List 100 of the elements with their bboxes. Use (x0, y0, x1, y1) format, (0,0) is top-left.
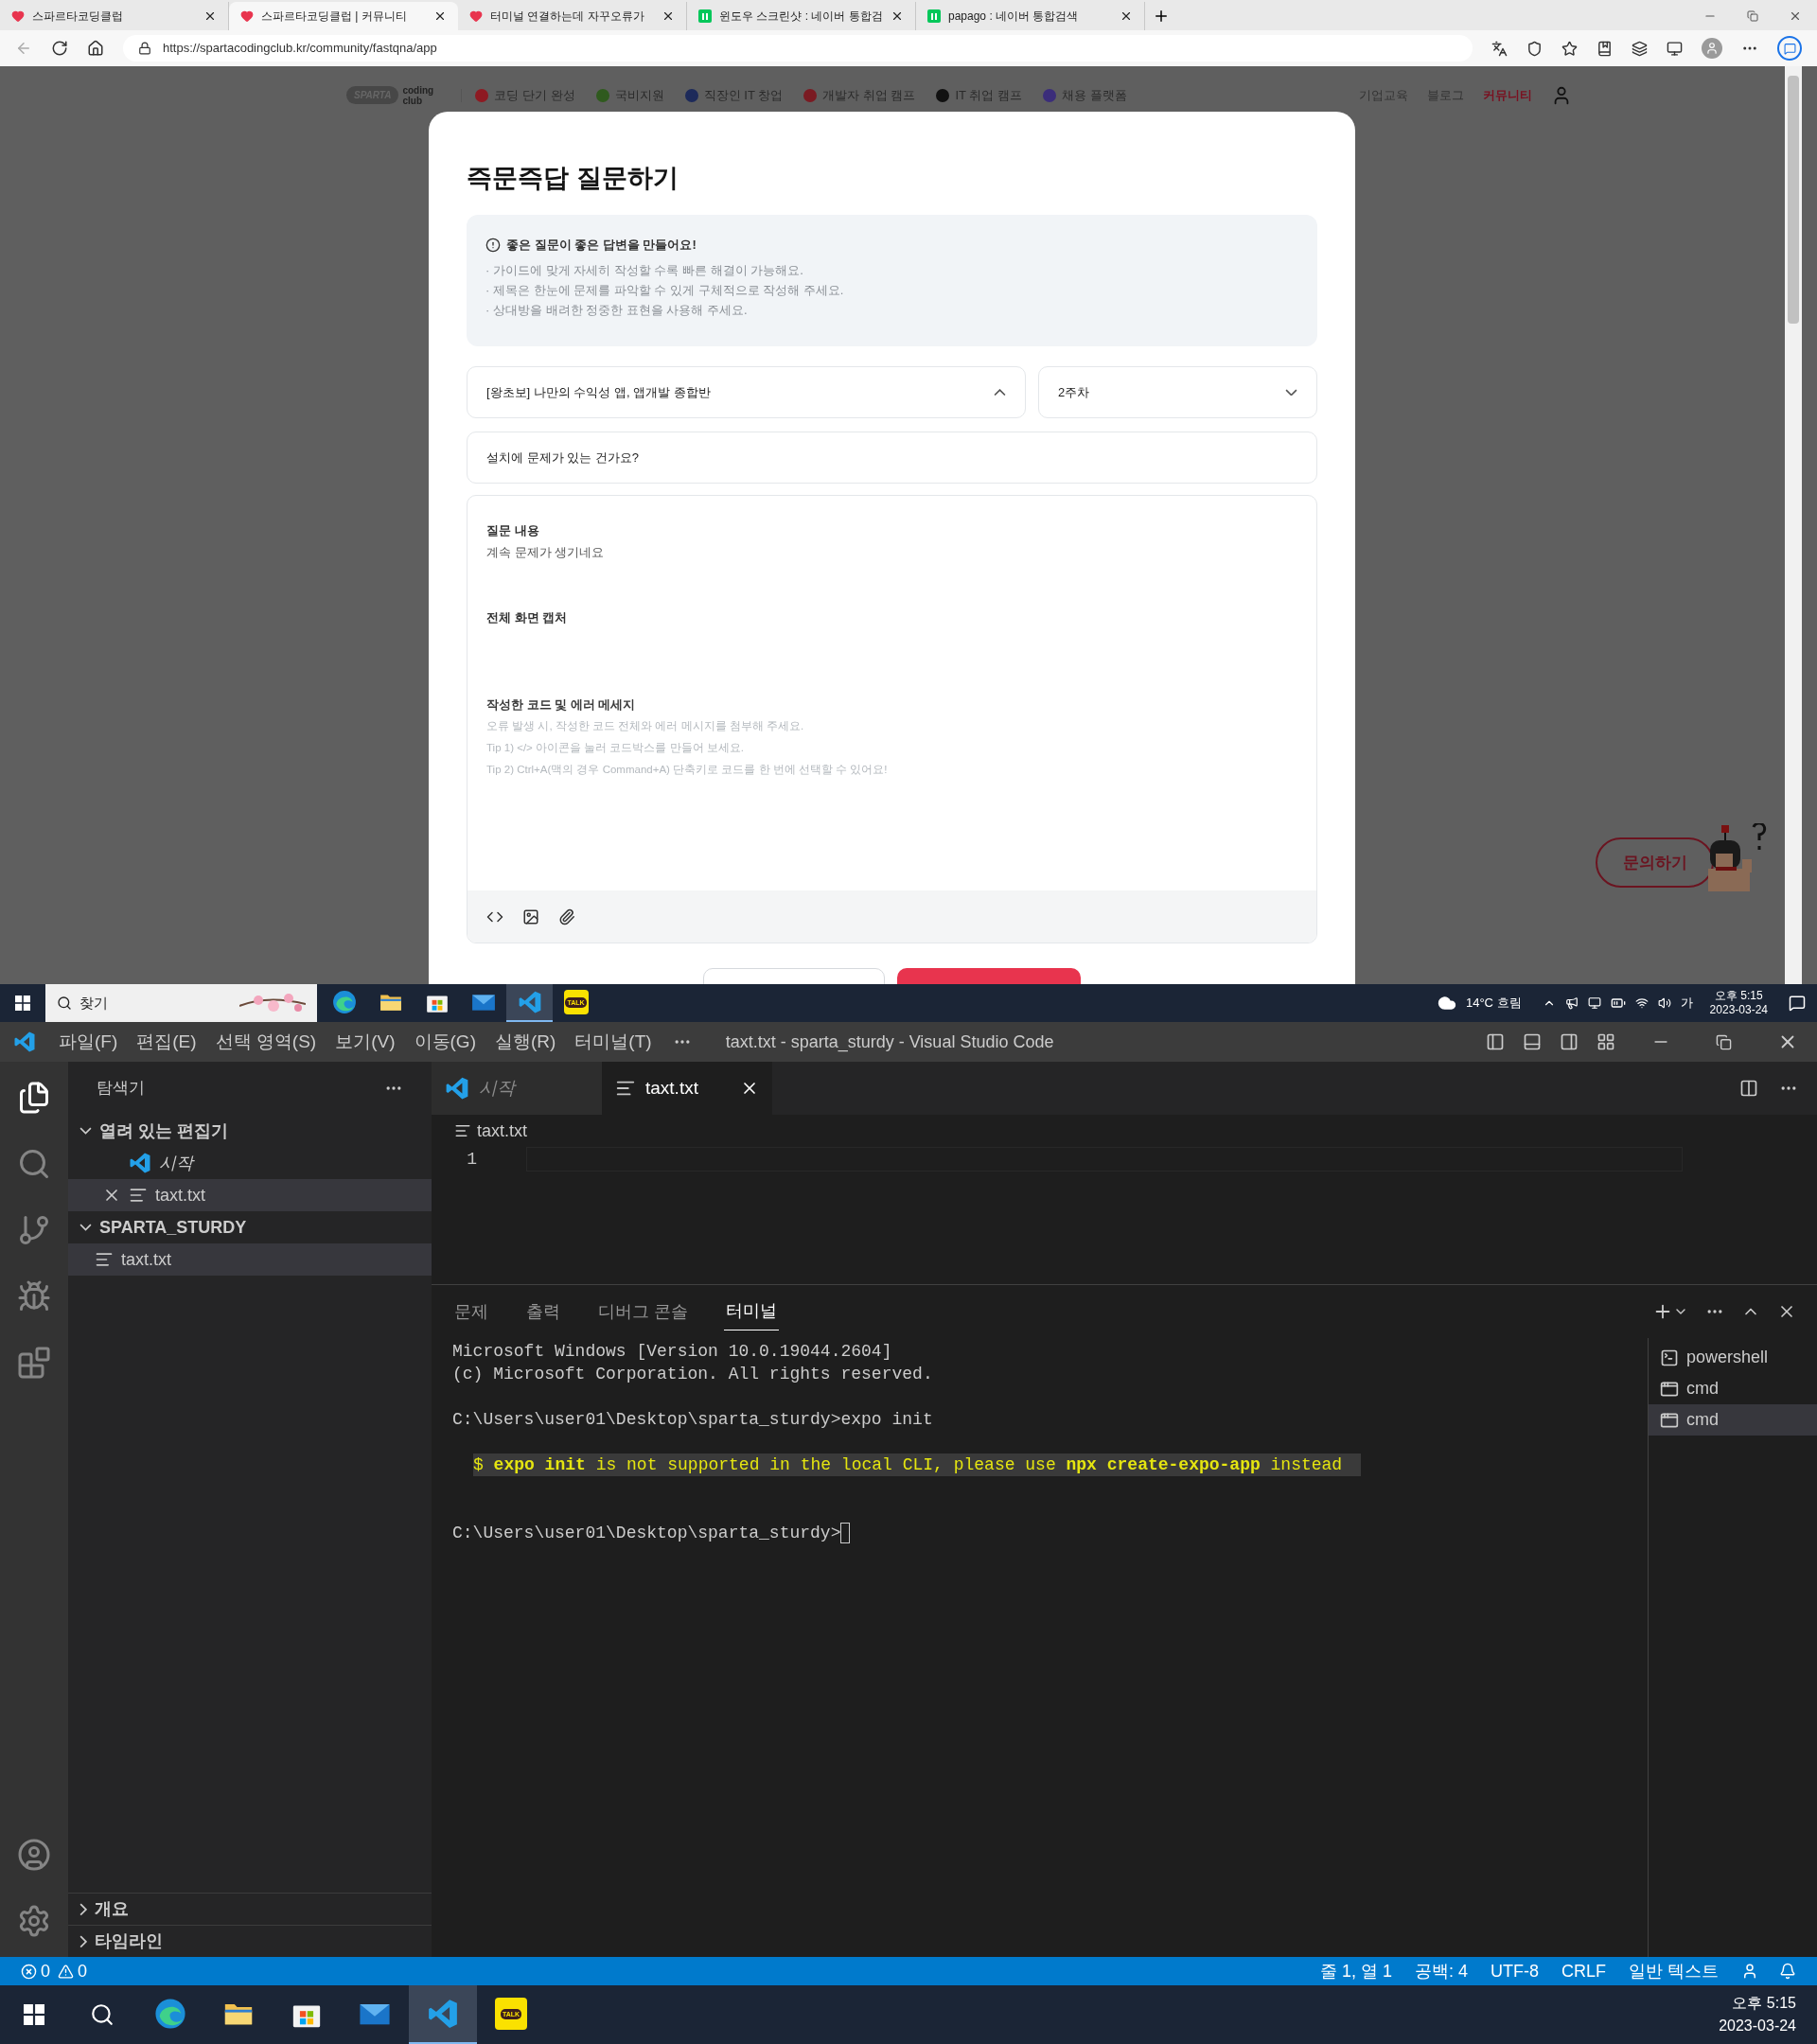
code-logo-icon (427, 1998, 459, 2030)
windows-logo-icon[interactable] (24, 2004, 44, 2025)
paperclip-icon[interactable] (558, 907, 575, 925)
branch-icon[interactable] (17, 1213, 51, 1247)
hint-text: 오류 발생 시, 작성한 코드 전체와 에러 메시지를 첨부해 주세요. (486, 719, 805, 733)
search-icon[interactable] (90, 2002, 115, 2027)
terminal-list-item[interactable]: powershell (1649, 1342, 1817, 1373)
question-editor[interactable]: 질문 내용 계속 문제가 생기네요 전체 화면 캡처 작성한 코드 및 에러 메세지 오류 발생 시, 작성한 코드 전체와 에러 메시지를 첨부해 주세요. Tip 1) </> 아이콘을 눌러 코드박스를 만들어 보세요. Tip 2) Ctrl+A(맥의 경우 Command+A) 단축키로 코드를 한 번에 선택할 수 있어요! (467, 495, 1317, 943)
cursor (840, 1523, 851, 1543)
close-icon[interactable] (891, 9, 904, 23)
input-method-text[interactable]: 가 (1680, 994, 1693, 1013)
speaker-icon[interactable] (1657, 996, 1671, 1010)
status-item[interactable]: 일반 텍스트 (1629, 1958, 1719, 1984)
cloud-icon (1437, 994, 1456, 1013)
browser-icon (154, 1998, 186, 2030)
run-debug-icon[interactable] (17, 1279, 51, 1313)
wifi-icon[interactable] (1634, 996, 1649, 1010)
file-item[interactable]: taxt.txt (68, 1243, 432, 1276)
display-icon[interactable] (1587, 996, 1601, 1010)
settings-icon[interactable] (17, 1904, 51, 1938)
restore-icon[interactable] (1716, 1033, 1732, 1050)
secondary-sidebar-icon[interactable] (1560, 1032, 1579, 1051)
terminal-icon (1660, 1348, 1679, 1367)
title-input[interactable]: 설치에 문제가 있는 건가요? (467, 432, 1317, 484)
breadcrumb[interactable]: taxt.txt (477, 1118, 527, 1144)
menu-item[interactable]: 파일(F) (49, 1028, 128, 1056)
close-icon[interactable] (203, 9, 217, 23)
section-header[interactable]: 개요 (68, 1893, 432, 1925)
clock-time[interactable]: 오후 5:15 (1714, 989, 1763, 1003)
n-logo-icon (698, 9, 712, 23)
profile-avatar[interactable] (1702, 38, 1722, 59)
collections-icon[interactable] (1632, 40, 1648, 57)
status-item[interactable]: 공백: 4 (1414, 1958, 1468, 1984)
split-editor-icon[interactable] (1739, 1079, 1758, 1098)
menu-item[interactable]: 터미널(T) (565, 1028, 662, 1056)
clock-date[interactable]: 2023-03-24 (1719, 2015, 1796, 2037)
menu-item[interactable]: 편집(E) (127, 1028, 206, 1056)
notice-text: · 상대방을 배려한 정중한 표현을 사용해 주세요. (485, 301, 749, 319)
terminal-list-item[interactable]: cmd (1649, 1373, 1817, 1404)
file-item[interactable]: taxt.txt (68, 1179, 432, 1211)
extensions-icon[interactable] (17, 1346, 51, 1380)
status-item[interactable]: UTF-8 (1490, 1958, 1539, 1984)
restore-icon[interactable] (1747, 10, 1758, 22)
status-item[interactable]: CRLF (1561, 1958, 1606, 1984)
bell-icon[interactable] (1779, 1963, 1796, 1980)
new-tab-icon[interactable] (1153, 8, 1170, 25)
search-field[interactable]: 찾기 (45, 984, 317, 1022)
windows-logo-icon[interactable] (15, 996, 30, 1011)
home-icon[interactable] (87, 40, 104, 57)
tracking-icon[interactable] (1526, 40, 1543, 57)
address-bar[interactable]: https://spartacodingclub.kr/community/fastqna/app (123, 35, 1473, 62)
panel-tab[interactable]: 터미널 (724, 1293, 779, 1330)
editor-tab[interactable]: 시작 (432, 1062, 602, 1115)
section-header[interactable]: SPARTA_STURDY (68, 1211, 432, 1243)
window-title: taxt.txt - sparta_sturdy - Visual Studio Code (725, 1031, 1054, 1054)
files-icon[interactable] (17, 1081, 51, 1115)
weather-text[interactable]: 14°C 흐림 (1465, 994, 1522, 1013)
copilot-logo-icon[interactable] (1777, 36, 1802, 61)
notification-icon[interactable] (1789, 995, 1806, 1012)
favorites-icon[interactable] (1596, 40, 1613, 57)
clock-date[interactable]: 2023-03-24 (1709, 1003, 1768, 1017)
panel-tab[interactable]: 디버그 콘솔 (596, 1293, 690, 1330)
battery-icon[interactable] (1610, 996, 1626, 1011)
chevron-down-icon[interactable] (1285, 388, 1297, 396)
browser-tab[interactable]: 터미널 연결하는데 자꾸오류가 (458, 2, 687, 30)
menu-item[interactable]: 보기(V) (326, 1028, 405, 1056)
close-icon[interactable] (1120, 9, 1133, 23)
menu-item[interactable]: 이동(G) (404, 1028, 485, 1056)
panel-tab[interactable]: 문제 (452, 1293, 490, 1330)
account-icon[interactable] (17, 1838, 51, 1872)
week-dropdown[interactable]: 2주차 (1038, 366, 1317, 418)
close-icon[interactable] (433, 9, 447, 23)
browser-tab[interactable]: papago : 네이버 통합검색 (916, 2, 1145, 30)
reload-icon[interactable] (51, 40, 68, 57)
problems-indicator[interactable]: 0 0 (21, 1958, 88, 1984)
menu-item[interactable]: 선택 영역(S) (205, 1028, 326, 1056)
clock-time[interactable]: 오후 5:15 (1732, 1992, 1796, 2015)
tray-icon[interactable] (1564, 996, 1579, 1010)
scrollbar[interactable] (1785, 66, 1802, 984)
read-aloud-icon[interactable] (1491, 40, 1508, 57)
menu-item[interactable]: 실행(R) (485, 1028, 566, 1056)
file-item[interactable]: 시작 (68, 1147, 432, 1179)
sidebar-toggle-icon[interactable] (1486, 1032, 1505, 1051)
terminal-list-item[interactable]: cmd (1649, 1404, 1817, 1436)
close-icon[interactable] (1789, 9, 1802, 23)
image-icon[interactable] (522, 907, 539, 925)
layout-icon[interactable] (1596, 1032, 1615, 1051)
favorite-icon[interactable] (1561, 40, 1578, 57)
editor-tab[interactable]: taxt.txt (602, 1062, 772, 1115)
close-icon[interactable] (662, 9, 675, 23)
terminal-line: (c) Microsoft Corporation. All rights reserved. (452, 1364, 934, 1385)
browser-tab[interactable]: 스파르타코딩클럽 | 커뮤니티 (229, 2, 458, 30)
panel-toggle-icon[interactable] (1523, 1032, 1542, 1051)
section-header[interactable]: 열려 있는 편집기 (68, 1115, 432, 1147)
panel-tab[interactable]: 출력 (524, 1293, 562, 1330)
course-dropdown[interactable]: [왕초보] 나만의 수익성 앱, 앱개발 종합반 (467, 366, 1026, 418)
status-item[interactable]: 줄 1, 열 1 (1319, 1958, 1392, 1984)
browser-tab[interactable]: 윈도우 스크린샷 : 네이버 통합검 (687, 2, 916, 30)
chevron-up-icon[interactable] (994, 388, 1006, 396)
chevron-down-icon (79, 1127, 92, 1135)
